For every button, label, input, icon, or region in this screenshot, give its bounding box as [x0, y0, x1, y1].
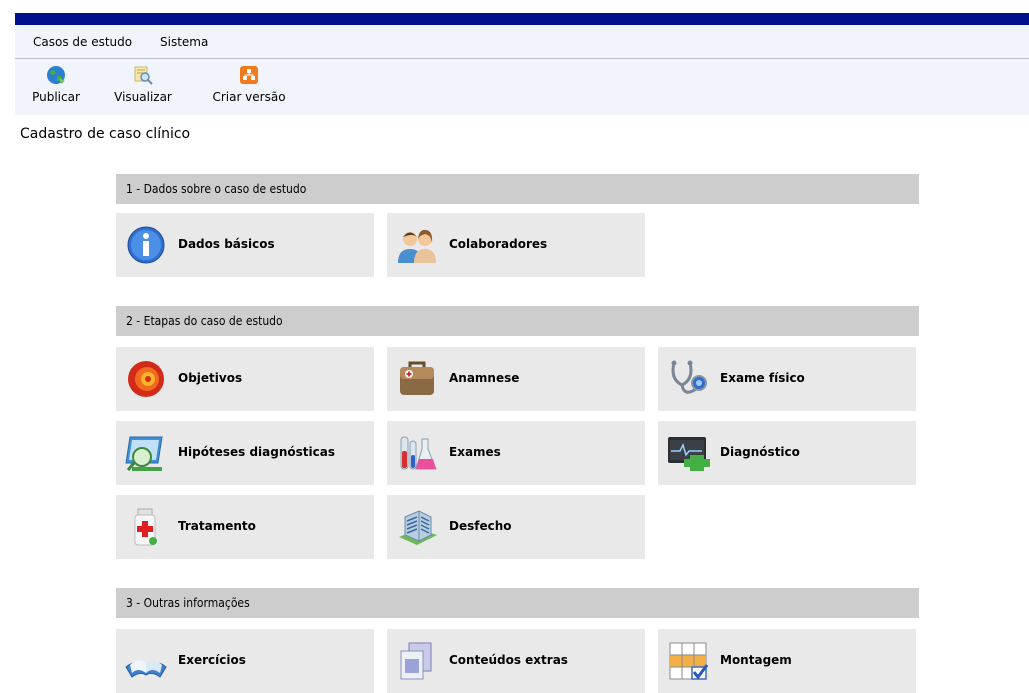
page-title: Cadastro de caso clínico [20, 126, 191, 142]
tile-label: Conteúdos extras [449, 653, 568, 667]
documents-icon [400, 642, 432, 680]
tile-label: Tratamento [178, 519, 256, 533]
section-header-1: 1 - Dados sobre o caso de estudo [116, 174, 919, 204]
section-title: 2 - Etapas do caso de estudo [126, 314, 283, 328]
section-header-2: 2 - Etapas do caso de estudo [116, 306, 919, 336]
stethoscope-icon [671, 360, 707, 394]
tile-tratamento[interactable]: Tratamento [116, 495, 374, 559]
tile-diagnostico[interactable]: Diagnóstico [658, 421, 916, 485]
menu-casos-de-estudo[interactable]: Casos de estudo [33, 35, 132, 49]
tile-label: Dados básicos [178, 237, 275, 251]
tile-label: Exame físico [720, 371, 805, 385]
publicar-button[interactable]: Publicar [24, 59, 88, 115]
visualizar-label: Visualizar [114, 90, 172, 104]
tile-anamnese[interactable]: Anamnese [387, 347, 645, 411]
section-title: 3 - Outras informações [126, 596, 250, 610]
tile-label: Anamnese [449, 371, 520, 385]
tile-exames[interactable]: Exames [387, 421, 645, 485]
tile-label: Exames [449, 445, 501, 459]
tile-label: Exercícios [178, 653, 246, 667]
tile-desfecho[interactable]: Desfecho [387, 495, 645, 559]
tile-label: Hipóteses diagnósticas [178, 445, 335, 459]
monitor-plus-icon [668, 437, 710, 471]
medicine-bottle-icon [134, 508, 157, 546]
book-icon [125, 660, 167, 678]
visualizar-button[interactable]: Visualizar [104, 59, 182, 115]
tile-label: Desfecho [449, 519, 512, 533]
title-bar [15, 13, 1029, 25]
users-icon [398, 229, 436, 263]
tile-label: Colaboradores [449, 237, 548, 251]
globe-icon [47, 66, 65, 84]
tile-hipoteses-diagnosticas[interactable]: Hipóteses diagnósticas [116, 421, 374, 485]
medical-bag-icon [400, 361, 434, 395]
hierarchy-icon [240, 66, 258, 84]
tile-exercicios[interactable]: Exercícios [116, 629, 374, 693]
tile-montagem[interactable]: Montagem [658, 629, 916, 693]
magnifier-icon [134, 66, 153, 85]
analysis-icon [125, 436, 163, 471]
section-title: 1 - Dados sobre o caso de estudo [126, 182, 307, 196]
grid-check-icon [669, 642, 709, 680]
tile-dados-basicos[interactable]: Dados básicos [116, 213, 374, 277]
toolbar: Publicar Visualizar Criar versão [15, 59, 1029, 115]
tile-objetivos[interactable]: Objetivos [116, 347, 374, 411]
tile-label: Montagem [720, 653, 792, 667]
flasks-icon [400, 436, 437, 470]
criar-versao-label: Criar versão [212, 90, 286, 104]
tile-conteudos-extras[interactable]: Conteúdos extras [387, 629, 645, 693]
menu-bar: Casos de estudo Sistema [15, 25, 1029, 59]
criar-versao-button[interactable]: Criar versão [204, 59, 294, 115]
menu-sistema[interactable]: Sistema [160, 35, 208, 49]
info-icon [127, 226, 165, 264]
tile-exame-fisico[interactable]: Exame físico [658, 347, 916, 411]
hospital-icon [399, 510, 437, 545]
tile-label: Diagnóstico [720, 445, 800, 459]
tile-colaboradores[interactable]: Colaboradores [387, 213, 645, 277]
section-header-3: 3 - Outras informações [116, 588, 919, 618]
window-top-margin [0, 0, 1029, 13]
target-icon [128, 361, 164, 397]
publicar-label: Publicar [32, 90, 80, 104]
tile-label: Objetivos [178, 371, 243, 385]
